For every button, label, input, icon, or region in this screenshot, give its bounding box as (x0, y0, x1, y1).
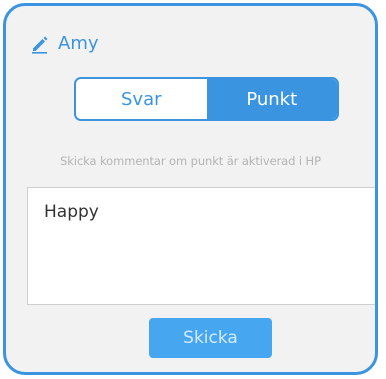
comment-field[interactable]: Happy (27, 187, 375, 305)
tab-punkt[interactable]: Punkt (206, 79, 337, 119)
send-button[interactable]: Skicka (149, 318, 272, 358)
hint-text: Skicka kommentar om punkt är aktiverad i… (60, 154, 321, 168)
pencil-icon (30, 34, 50, 54)
comment-panel: Amy Svar Punkt Skicka kommentar om punkt… (3, 3, 378, 375)
tab-svar[interactable]: Svar (76, 79, 207, 119)
author-edit-link[interactable]: Amy (30, 32, 99, 56)
author-name: Amy (58, 33, 99, 54)
mode-toggle: Svar Punkt (74, 77, 339, 121)
